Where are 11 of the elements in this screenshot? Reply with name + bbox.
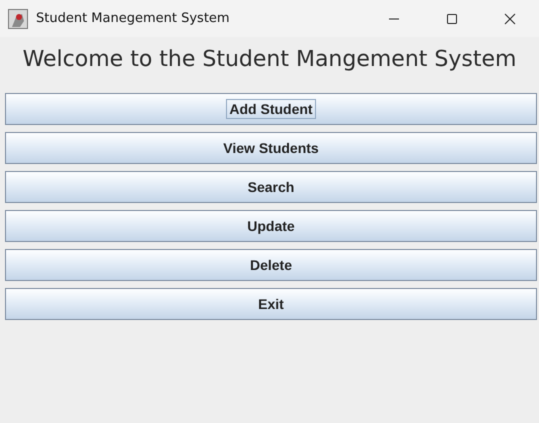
close-icon (504, 12, 516, 24)
menu-button[interactable]: Add Student (5, 93, 537, 125)
menu-button[interactable]: Delete (5, 249, 537, 281)
window-title: Student Manegement System (36, 11, 231, 26)
welcome-heading: Welcome to the Student Mangement System (22, 46, 518, 74)
app-icon (8, 8, 28, 28)
menu-button[interactable]: View Students (5, 132, 537, 164)
maximize-icon (446, 12, 458, 24)
menu-button[interactable]: Search (5, 171, 537, 203)
menu-button[interactable]: Exit (5, 288, 537, 320)
menu-button[interactable]: Update (5, 210, 537, 242)
